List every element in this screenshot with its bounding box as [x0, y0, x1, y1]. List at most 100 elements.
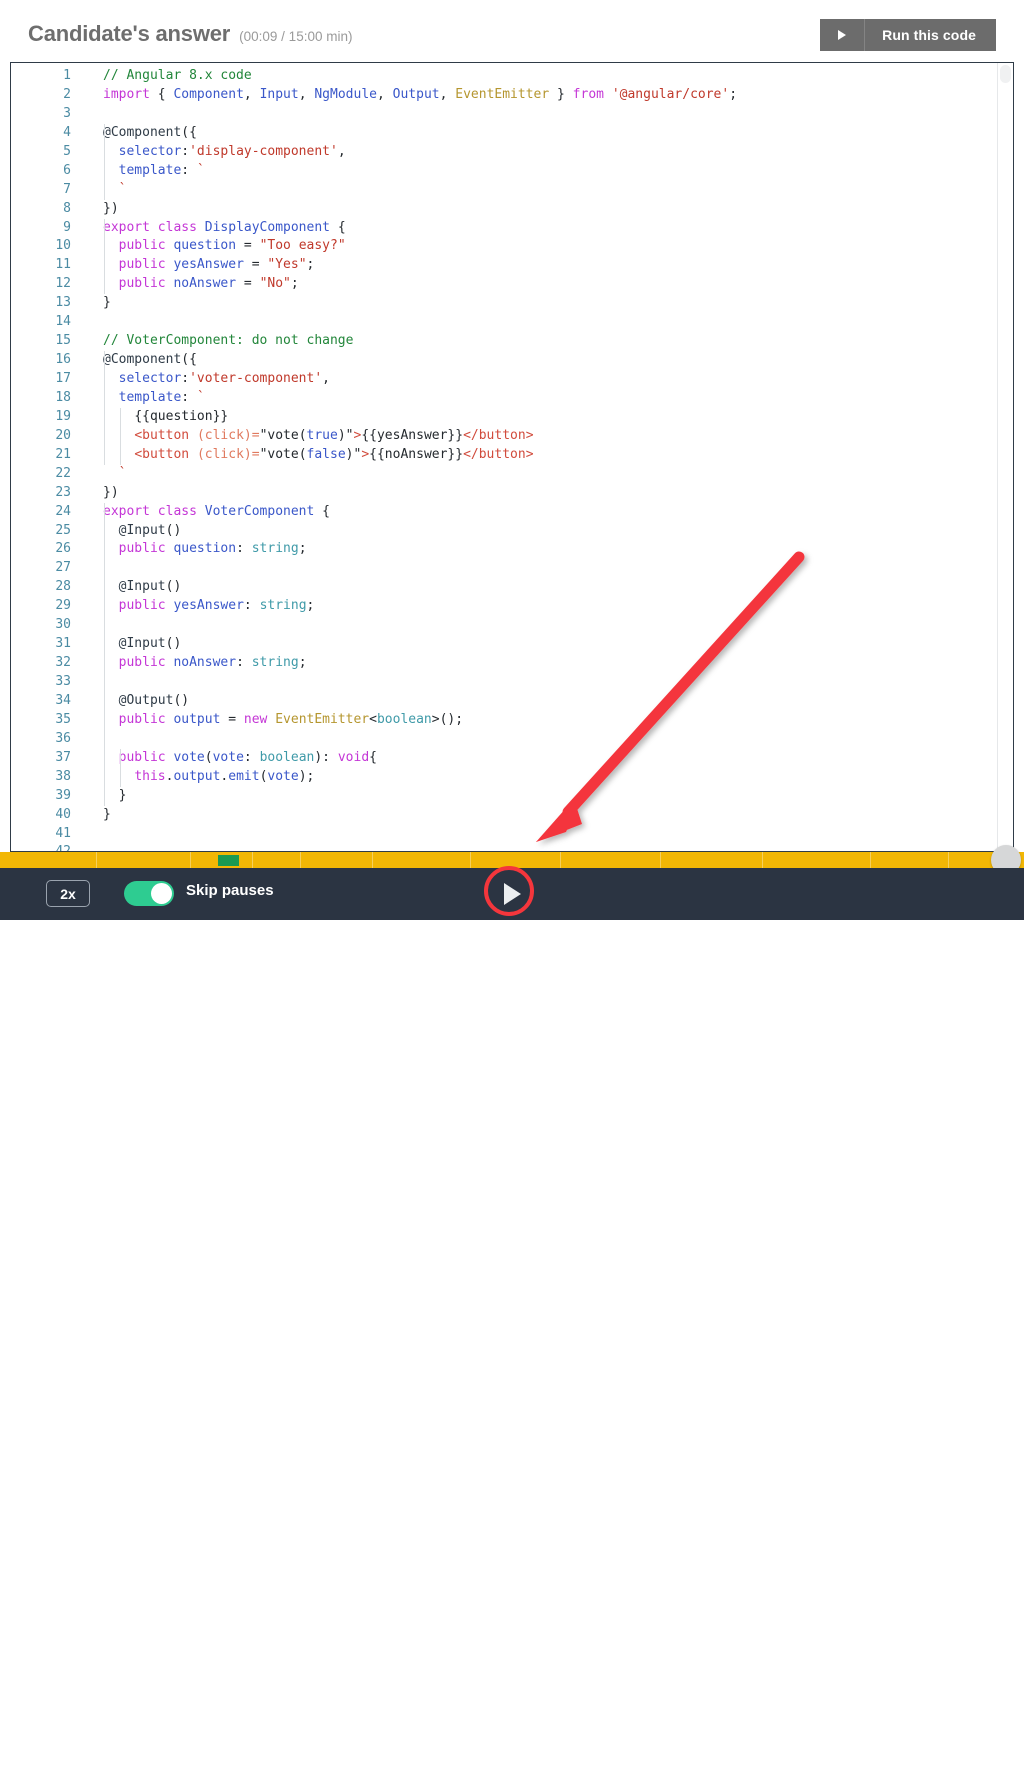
- code-line: @Input(): [83, 522, 1014, 541]
- skip-pauses-toggle[interactable]: [124, 881, 174, 906]
- line-number: 12: [11, 275, 83, 294]
- line-number: 37: [11, 749, 83, 768]
- code-line: @Component({: [83, 124, 1014, 143]
- run-this-code-button[interactable]: Run this code: [820, 19, 996, 51]
- code-line: @Input(): [83, 635, 1014, 654]
- skip-pauses-label: Skip pauses: [186, 882, 274, 899]
- header-title-group: Candidate's answer (00:09 / 15:00 min): [28, 21, 352, 47]
- line-number: 15: [11, 332, 83, 351]
- code-editor[interactable]: 1234567891011121314151617181920212223242…: [10, 62, 1014, 852]
- code-line: [83, 825, 1014, 844]
- line-number: 2: [11, 86, 83, 105]
- page-header: Candidate's answer (00:09 / 15:00 min) R…: [0, 0, 1024, 62]
- code-line: template: `: [83, 162, 1014, 181]
- expand-icon[interactable]: [970, 1749, 996, 1775]
- code-line: }): [83, 200, 1014, 219]
- line-number: 9: [11, 219, 83, 238]
- play-pause-button[interactable]: [497, 878, 527, 910]
- code-line: public noAnswer: string;: [83, 654, 1014, 673]
- line-number: 21: [11, 446, 83, 465]
- line-number: 20: [11, 427, 83, 446]
- line-number: 24: [11, 503, 83, 522]
- code-line: `: [83, 465, 1014, 484]
- code-line: // Angular 8.x code: [83, 67, 1014, 86]
- playback-speed-button[interactable]: 2x: [46, 880, 90, 907]
- editor-vertical-scrollbar[interactable]: [997, 63, 1013, 851]
- code-line: public yesAnswer = "Yes";: [83, 256, 1014, 275]
- line-number: 13: [11, 294, 83, 313]
- line-number: 31: [11, 635, 83, 654]
- playback-progress-bar[interactable]: [0, 852, 1024, 868]
- editor-scrollbar-thumb[interactable]: [1000, 65, 1011, 83]
- code-line: @Input(): [83, 578, 1014, 597]
- line-number: 19: [11, 408, 83, 427]
- progress-tick: [470, 852, 471, 868]
- line-number: 29: [11, 597, 83, 616]
- progress-event-marker[interactable]: [218, 855, 239, 866]
- line-number: 30: [11, 616, 83, 635]
- line-number: 41: [11, 825, 83, 844]
- line-number: 8: [11, 200, 83, 219]
- progress-tick: [252, 852, 253, 868]
- code-line: import { Component, Input, NgModule, Out…: [83, 86, 1014, 105]
- code-line: public noAnswer = "No";: [83, 275, 1014, 294]
- page-title: Candidate's answer: [28, 21, 230, 47]
- line-number: 4: [11, 124, 83, 143]
- progress-tick: [96, 852, 97, 868]
- line-number: 33: [11, 673, 83, 692]
- code-line: public output = new EventEmitter<boolean…: [83, 711, 1014, 730]
- code-line: export class DisplayComponent {: [83, 219, 1014, 238]
- line-number: 16: [11, 351, 83, 370]
- progress-tick: [300, 852, 301, 868]
- line-number: 28: [11, 578, 83, 597]
- line-number: 38: [11, 768, 83, 787]
- code-line: @Component({: [83, 351, 1014, 370]
- line-number: 11: [11, 256, 83, 275]
- line-number: 3: [11, 105, 83, 124]
- progress-tick: [660, 852, 661, 868]
- progress-tick: [560, 852, 561, 868]
- line-number: 34: [11, 692, 83, 711]
- code-line: [83, 616, 1014, 635]
- answer-timer: (00:09 / 15:00 min): [239, 29, 352, 44]
- line-number: 25: [11, 522, 83, 541]
- code-line: selector:'voter-component',: [83, 370, 1014, 389]
- play-icon: [504, 883, 521, 905]
- progress-tick: [870, 852, 871, 868]
- editor-line-number-gutter: 1234567891011121314151617181920212223242…: [11, 63, 83, 851]
- code-line: {{question}}: [83, 408, 1014, 427]
- line-number: 32: [11, 654, 83, 673]
- line-number: 10: [11, 237, 83, 256]
- code-line: this.output.emit(vote);: [83, 768, 1014, 787]
- code-line: [83, 843, 1014, 851]
- code-line: }: [83, 806, 1014, 825]
- code-line: selector:'display-component',: [83, 143, 1014, 162]
- code-line: [83, 313, 1014, 332]
- line-number: 7: [11, 181, 83, 200]
- line-number: 42: [11, 843, 83, 852]
- code-line: public vote(vote: boolean): void{: [83, 749, 1014, 768]
- line-number: 22: [11, 465, 83, 484]
- line-number: 40: [11, 806, 83, 825]
- line-number: 35: [11, 711, 83, 730]
- code-line: <button (click)="vote(false)">{{noAnswer…: [83, 446, 1014, 465]
- code-line: }): [83, 484, 1014, 503]
- code-line: [83, 730, 1014, 749]
- code-line: [83, 673, 1014, 692]
- code-line: [83, 105, 1014, 124]
- code-line: export class VoterComponent {: [83, 503, 1014, 522]
- editor-code-area[interactable]: // Angular 8.x codeimport { Component, I…: [83, 63, 1014, 851]
- code-line: [83, 559, 1014, 578]
- code-line: // VoterComponent: do not change: [83, 332, 1014, 351]
- progress-tick: [762, 852, 763, 868]
- progress-tick: [190, 852, 191, 868]
- code-line: template: `: [83, 389, 1014, 408]
- code-line: `: [83, 181, 1014, 200]
- line-number: 26: [11, 540, 83, 559]
- play-icon: [820, 19, 865, 51]
- skip-pauses-toggle-knob: [151, 883, 172, 904]
- line-number: 18: [11, 389, 83, 408]
- code-line: <button (click)="vote(true)">{{yesAnswer…: [83, 427, 1014, 446]
- code-line: public yesAnswer: string;: [83, 597, 1014, 616]
- line-number: 1: [11, 67, 83, 86]
